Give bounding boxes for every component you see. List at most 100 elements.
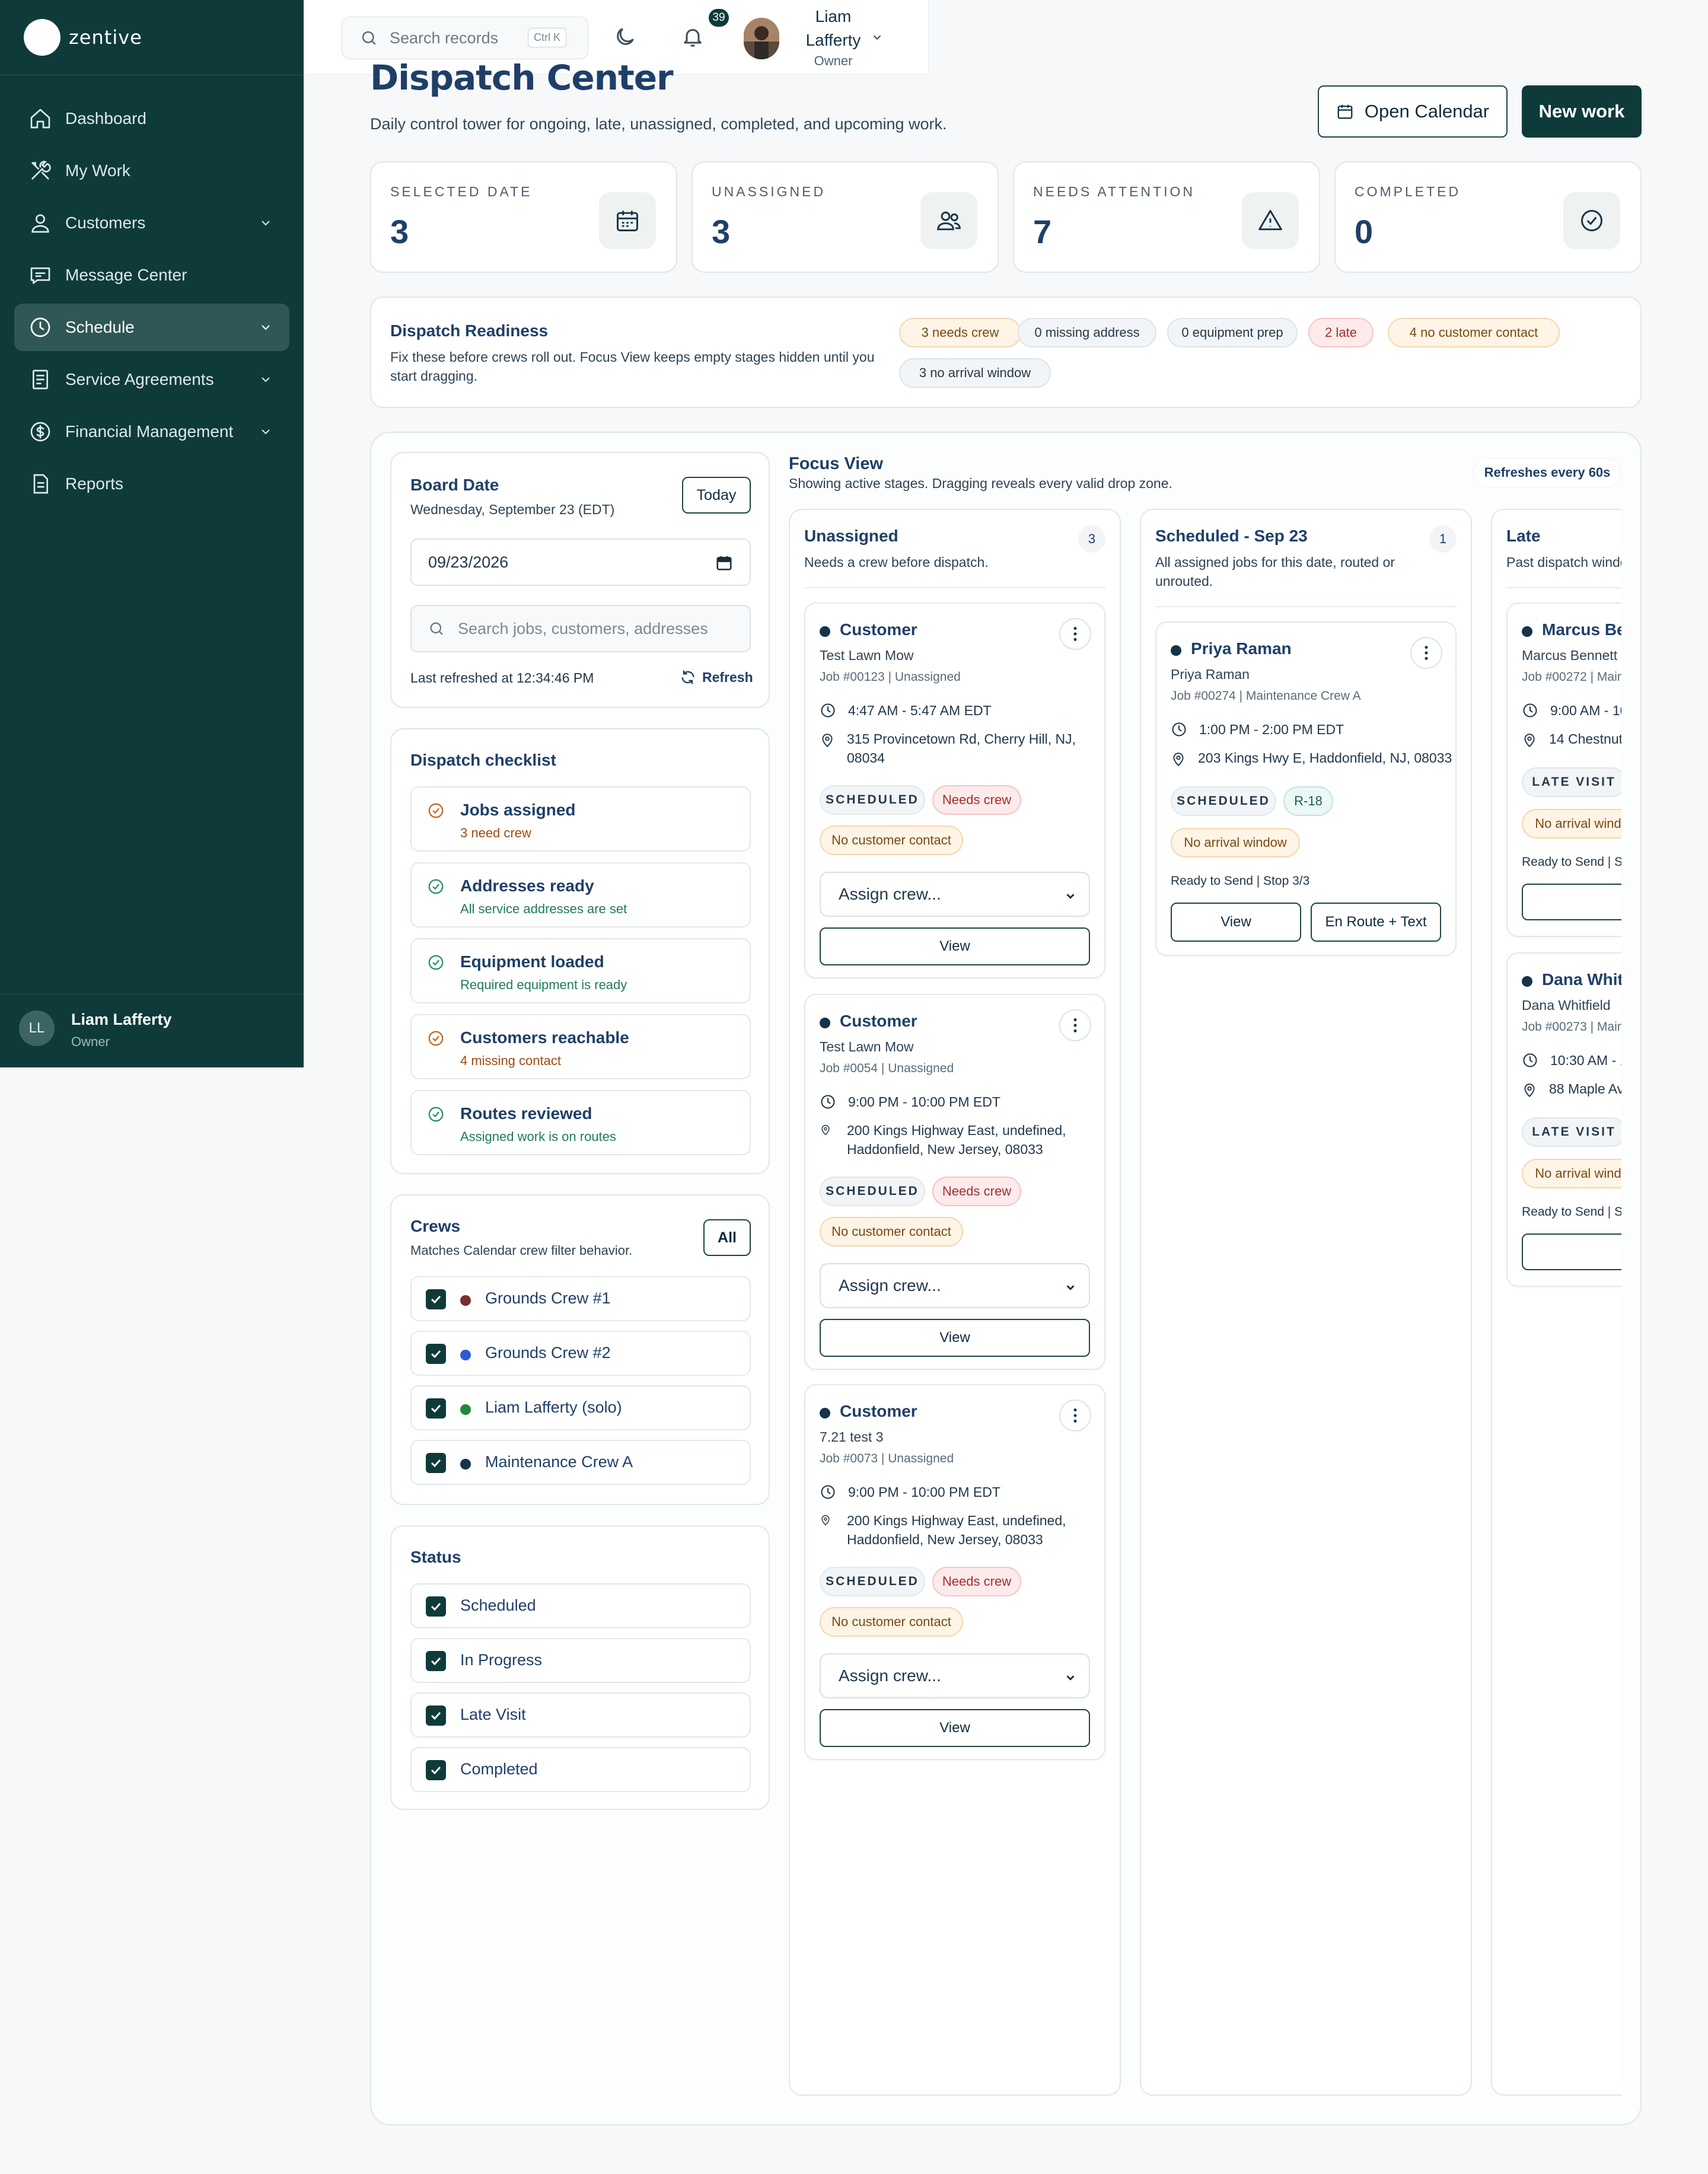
checkbox[interactable]	[426, 1289, 446, 1309]
board-date-input[interactable]: 09/23/2026	[410, 538, 751, 586]
assign-crew-select[interactable]: Assign crew...	[820, 1263, 1090, 1308]
view-job-button[interactable]: View	[1171, 903, 1301, 942]
sidebar-item-schedule[interactable]: Schedule	[14, 304, 289, 351]
readiness-pill[interactable]: 0 missing address	[1018, 318, 1156, 348]
status-title: Status	[410, 1548, 461, 1566]
more-options-button[interactable]	[1059, 618, 1091, 650]
bell-icon[interactable]	[681, 25, 705, 49]
checklist-item[interactable]: Equipment loaded Required equipment is r…	[410, 938, 751, 1003]
job-time: 9:00 PM - 10:00 PM EDT	[820, 1094, 1000, 1110]
job-card[interactable]: Priya Raman Priya Raman Job #00274 | Mai…	[1155, 621, 1457, 956]
app-logo[interactable]: zentive	[24, 19, 142, 56]
status-filter-item[interactable]: Completed	[410, 1747, 751, 1792]
more-vertical-icon	[1073, 627, 1077, 641]
status-badge: SCHEDULED	[820, 785, 925, 815]
view-job-button[interactable]: View	[820, 1709, 1090, 1747]
crew-filter-item[interactable]: Grounds Crew #2	[410, 1331, 751, 1376]
job-card[interactable]: Customer Test Lawn Mow Job #0054 | Unass…	[804, 994, 1105, 1370]
logo-mark	[24, 19, 60, 56]
assign-crew-select[interactable]: Assign crew...	[820, 872, 1090, 917]
job-number: Job #0073 | Unassigned	[820, 1452, 954, 1465]
checklist-item[interactable]: Routes reviewed Assigned work is on rout…	[410, 1090, 751, 1155]
status-filter-item[interactable]: Scheduled	[410, 1583, 751, 1628]
sidebar-item-dashboard[interactable]: Dashboard	[14, 95, 289, 142]
sidebar-item-message-center[interactable]: Message Center	[14, 251, 289, 299]
sidebar-item-customers[interactable]: Customers	[14, 199, 289, 247]
job-number: Job #0054 | Unassigned	[820, 1062, 954, 1075]
crew-filter-item[interactable]: Maintenance Crew A	[410, 1440, 751, 1485]
checklist-item[interactable]: Customers reachable 4 missing contact	[410, 1014, 751, 1079]
checkbox[interactable]	[426, 1706, 446, 1726]
checkbox[interactable]	[426, 1651, 446, 1671]
warning-circle-icon	[428, 803, 444, 818]
map-pin-icon	[1524, 1083, 1535, 1098]
clock-icon	[821, 1095, 835, 1109]
new-work-button[interactable]: New work	[1522, 85, 1642, 138]
calendar-icon[interactable]	[715, 554, 733, 572]
job-card[interactable]: Dana Whitfield Dana Whitfield Job #00273…	[1506, 952, 1621, 1287]
view-job-button[interactable]	[1522, 884, 1621, 920]
readiness-pill[interactable]: 3 needs crew	[899, 318, 1021, 348]
all-crews-button[interactable]: All	[703, 1219, 751, 1256]
sidebar-item-label: Dashboard	[65, 109, 146, 127]
job-number: Job #00272 | Maintenance Crew A	[1522, 670, 1621, 684]
readiness-pill[interactable]: 3 no arrival window	[899, 358, 1051, 388]
readiness-pill[interactable]: 2 late	[1308, 318, 1374, 348]
document-icon	[33, 369, 48, 390]
checklist-item[interactable]: Jobs assigned 3 need crew	[410, 786, 751, 852]
avatar[interactable]: LL	[19, 1011, 55, 1046]
checkbox[interactable]	[426, 1344, 446, 1364]
stage-column-late[interactable]: Late Past dispatch window Marcus Bennett…	[1491, 509, 1621, 2096]
stage-column-unassigned[interactable]: Unassigned Needs a crew before dispatch.…	[789, 509, 1121, 2096]
refresh-button[interactable]: Refresh	[680, 669, 753, 686]
user-name[interactable]: Liam Lafferty	[789, 5, 878, 52]
readiness-description: Fix these before crews roll out. Focus V…	[390, 349, 875, 384]
stage-columns[interactable]: Unassigned Needs a crew before dispatch.…	[789, 509, 1621, 2098]
readiness-pill[interactable]: 4 no customer contact	[1388, 318, 1560, 348]
chevron-down-icon[interactable]	[871, 31, 884, 44]
job-card[interactable]: Marcus Bennett Marcus Bennett Job #00272…	[1506, 603, 1621, 937]
view-job-button[interactable]: View	[820, 1319, 1090, 1357]
view-job-button[interactable]	[1522, 1233, 1621, 1270]
chevron-down-icon	[1066, 1675, 1075, 1681]
warning-badge: No customer contact	[820, 1607, 963, 1637]
job-search-input[interactable]: Search jobs, customers, addresses	[410, 605, 751, 652]
en-route-text-button[interactable]: En Route + Text	[1311, 903, 1441, 942]
open-calendar-button[interactable]: Open Calendar	[1318, 85, 1508, 138]
checkbox[interactable]	[426, 1453, 446, 1473]
more-options-button[interactable]	[1059, 1009, 1091, 1041]
column-count-badge: 1	[1429, 525, 1457, 553]
sidebar-item-reports[interactable]: Reports	[14, 460, 289, 508]
sidebar-item-label: Message Center	[65, 266, 187, 284]
job-card[interactable]: Customer 7.21 test 3 Job #0073 | Unassig…	[804, 1384, 1105, 1760]
view-job-button[interactable]: View	[820, 927, 1090, 965]
crew-filter-item[interactable]: Grounds Crew #1	[410, 1276, 751, 1321]
crew-filter-item[interactable]: Liam Lafferty (solo)	[410, 1385, 751, 1430]
today-button[interactable]: Today	[682, 477, 751, 514]
global-search-input[interactable]: Search records Ctrl K	[342, 17, 588, 59]
job-time: 1:00 PM - 2:00 PM EDT	[1171, 721, 1344, 738]
crew-label: Liam Lafferty (solo)	[485, 1398, 622, 1416]
checkbox[interactable]	[426, 1760, 446, 1780]
checkbox[interactable]	[426, 1596, 446, 1617]
status-filter-item[interactable]: In Progress	[410, 1638, 751, 1683]
more-options-button[interactable]	[1059, 1400, 1091, 1432]
crew-color-dot	[460, 1350, 471, 1360]
checkbox[interactable]	[426, 1398, 446, 1418]
job-card[interactable]: Customer Test Lawn Mow Job #00123 | Unas…	[804, 603, 1105, 978]
sidebar-item-financial-management[interactable]: Financial Management	[14, 408, 289, 455]
readiness-pill[interactable]: 0 equipment prep	[1167, 318, 1298, 348]
user-avatar[interactable]	[744, 18, 779, 59]
assign-crew-select[interactable]: Assign crew...	[820, 1653, 1090, 1698]
column-title: Scheduled - Sep 23	[1155, 527, 1308, 545]
status-filter-item[interactable]: Late Visit	[410, 1692, 751, 1738]
stage-column-scheduled[interactable]: Scheduled - Sep 23 All assigned jobs for…	[1140, 509, 1472, 2096]
sidebar-item-my-work[interactable]: My Work	[14, 147, 289, 195]
column-title: Unassigned	[804, 527, 898, 545]
moon-icon[interactable]	[613, 25, 637, 49]
sidebar-item-service-agreements[interactable]: Service Agreements	[14, 356, 289, 403]
checklist-item[interactable]: Addresses ready All service addresses ar…	[410, 862, 751, 927]
stat-card-completed: COMPLETED 0	[1334, 161, 1642, 273]
more-options-button[interactable]	[1410, 637, 1442, 669]
crew-label: Grounds Crew #2	[485, 1344, 611, 1362]
